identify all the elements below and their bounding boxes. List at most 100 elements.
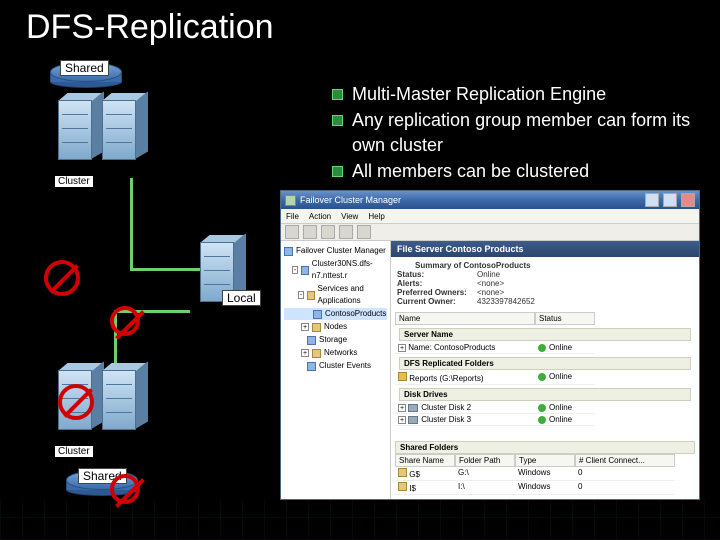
expand-row-icon[interactable]: +	[398, 344, 406, 352]
status-online-icon	[538, 404, 546, 412]
bullet-item: All members can be clustered	[332, 159, 692, 183]
row-disk-1-status: Online	[549, 403, 572, 412]
owner-key: Preferred Owners:	[397, 288, 477, 297]
tree-expander-icon[interactable]: -	[298, 291, 305, 299]
column-header-type[interactable]: Type	[515, 454, 575, 467]
events-icon	[307, 362, 316, 371]
menu-file[interactable]: File	[286, 212, 299, 221]
tree-expander-icon[interactable]: +	[301, 323, 309, 331]
connector-line	[130, 178, 133, 270]
cluster-manager-window: Failover Cluster Manager File Action Vie…	[280, 190, 700, 500]
window-titlebar: Failover Cluster Manager	[281, 191, 699, 209]
menu-view[interactable]: View	[341, 212, 358, 221]
tree-expander-icon[interactable]: -	[292, 266, 299, 274]
status-value: Online	[477, 270, 500, 279]
cluster-bottom-label: Cluster	[55, 446, 93, 457]
band-server-name: Server Name	[399, 328, 691, 341]
window-title: Failover Cluster Manager	[300, 195, 401, 205]
row-server-name[interactable]: Name: ContosoProducts	[408, 343, 495, 352]
expand-row-icon[interactable]: +	[398, 416, 406, 424]
disk-icon	[408, 404, 418, 412]
row-disk-2[interactable]: Cluster Disk 3	[421, 415, 471, 424]
menu-help[interactable]: Help	[368, 212, 384, 221]
server-bottom-right-icon	[102, 370, 148, 432]
grid-decoration	[0, 500, 720, 540]
row-server-status: Online	[549, 343, 572, 352]
tree-nodes[interactable]: Nodes	[324, 321, 347, 333]
bullet-item: Multi-Master Replication Engine	[332, 82, 692, 106]
row-disk-2-status: Online	[549, 415, 572, 424]
forbidden-icon	[58, 384, 94, 420]
alerts-key: Alerts:	[397, 279, 477, 288]
status-key: Status:	[397, 270, 477, 279]
back-icon[interactable]	[285, 225, 299, 239]
row-disk-1[interactable]: Cluster Disk 2	[421, 403, 471, 412]
help-bubble-icon[interactable]	[357, 225, 371, 239]
cluster-icon	[301, 266, 308, 275]
slide: DFS-Replication Multi-Master Replication…	[0, 0, 720, 540]
menubar: File Action View Help	[281, 209, 699, 223]
share-icon	[398, 468, 407, 477]
forbidden-icon	[110, 306, 140, 336]
row-dfs-name[interactable]: Reports (G:\Reports)	[409, 374, 483, 383]
status-online-icon	[538, 344, 546, 352]
share-row[interactable]: G$ G:\ Windows 0	[395, 467, 695, 481]
toolbar	[281, 223, 699, 241]
close-button[interactable]	[681, 193, 695, 207]
band-disks: Disk Drives	[399, 388, 691, 401]
tree-services[interactable]: Services and Applications	[318, 283, 387, 307]
tree-root-icon	[284, 247, 293, 256]
forbidden-icon	[110, 474, 140, 504]
detail-pane: File Server Contoso Products Summary of …	[391, 241, 699, 499]
refresh-icon[interactable]	[339, 225, 353, 239]
owner-value: <none>	[477, 288, 504, 297]
resources-table: Name Status Server Name + Name: ContosoP…	[395, 312, 695, 426]
tree-networks[interactable]: Networks	[324, 347, 357, 359]
minimize-button[interactable]	[645, 193, 659, 207]
share-row[interactable]: I$ I:\ Windows 0	[395, 481, 695, 495]
share-name: I$	[409, 484, 416, 493]
column-header-name[interactable]: Name	[395, 312, 535, 325]
band-shared-folders: Shared Folders	[395, 441, 695, 454]
column-header-share[interactable]: Share Name	[395, 454, 455, 467]
tree-selected[interactable]: ContosoProducts	[325, 308, 386, 320]
folder-icon	[312, 323, 321, 332]
app-icon	[313, 310, 322, 319]
summary-title: Summary of ContosoProducts	[415, 261, 531, 270]
share-path: I:\	[455, 481, 515, 495]
expand-row-icon[interactable]: +	[398, 404, 406, 412]
column-header-path[interactable]: Folder Path	[455, 454, 515, 467]
forward-icon[interactable]	[303, 225, 317, 239]
summary-block: Summary of ContosoProducts Status:Online…	[391, 257, 699, 310]
column-header-clients[interactable]: # Client Connect...	[575, 454, 675, 467]
tree-storage[interactable]: Storage	[319, 334, 347, 346]
current-key: Current Owner:	[397, 297, 477, 306]
status-online-icon	[538, 416, 546, 424]
band-dfs: DFS Replicated Folders	[399, 357, 691, 370]
disk-icon	[408, 416, 418, 424]
local-label: Local	[222, 290, 261, 306]
app-icon	[285, 195, 296, 206]
tree-cluster[interactable]: Cluster30NS.dfs-n7.nttest.r	[312, 258, 387, 282]
share-clients: 0	[575, 467, 675, 481]
tree-root[interactable]: Failover Cluster Manager	[296, 245, 386, 257]
tree-events[interactable]: Cluster Events	[319, 360, 371, 372]
shared-top-label: Shared	[60, 60, 109, 76]
maximize-button[interactable]	[663, 193, 677, 207]
menu-action[interactable]: Action	[309, 212, 331, 221]
bullet-item: Any replication group member can form it…	[332, 108, 692, 157]
bullet-list: Multi-Master Replication Engine Any repl…	[332, 82, 692, 185]
slide-title: DFS-Replication	[26, 8, 274, 47]
current-value: 4323397842652	[477, 297, 535, 306]
tree-expander-icon[interactable]: +	[301, 349, 309, 357]
alerts-value: <none>	[477, 279, 504, 288]
share-clients: 0	[575, 481, 675, 495]
row-dfs-status: Online	[549, 372, 572, 381]
detail-header: File Server Contoso Products	[391, 241, 699, 257]
connector-line	[130, 268, 200, 271]
column-header-status[interactable]: Status	[535, 312, 595, 325]
server-top-left-icon	[58, 100, 104, 162]
share-type: Windows	[515, 467, 575, 481]
up-icon[interactable]	[321, 225, 335, 239]
forbidden-icon	[44, 260, 80, 296]
